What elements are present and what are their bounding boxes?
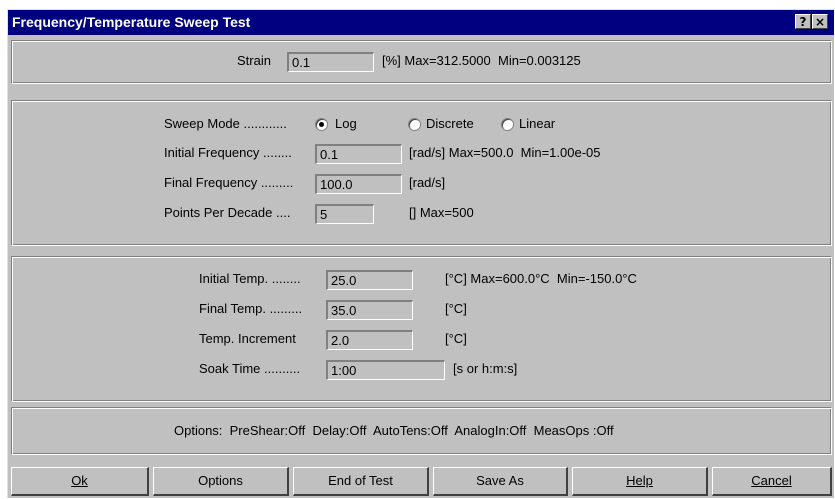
points-per-decade-input[interactable]: 5 [315,204,374,224]
cancel-button-label: Cancel [751,473,792,488]
temp-increment-unit: [°C] [445,331,467,346]
ok-button[interactable]: Ok [11,467,149,496]
initial-frequency-range: [rad/s] Max=500.0 Min=1.00e-05 [409,145,601,160]
soak-time-label: Soak Time .......... [199,361,301,376]
temp-increment-input[interactable]: 2.0 [326,330,413,350]
options-button-label: Options [198,473,243,488]
strain-range: [%] Max=312.5000 Min=0.003125 [382,53,581,68]
sweep-mode-linear-label[interactable]: Linear [519,116,555,132]
final-frequency-unit: [rad/s] [409,175,446,190]
final-temp-unit: [°C] [445,301,467,316]
soak-time-unit: [s or h:m:s] [453,361,518,376]
title-bar: Frequency/Temperature Sweep Test ? × [8,10,834,35]
final-frequency-input[interactable]: 100.0 [315,174,402,194]
strain-input[interactable]: 0.1 [287,52,374,72]
initial-frequency-input[interactable]: 0.1 [315,144,402,164]
close-icon[interactable]: × [812,14,828,29]
sweep-mode-discrete-label[interactable]: Discrete [426,116,474,132]
initial-temp-input[interactable]: 25.0 [326,270,413,290]
end-of-test-button-label: End of Test [328,473,393,488]
help-button[interactable]: Help [572,467,708,496]
options-status-group: Options: PreShear:Off Delay:Off AutoTens… [11,407,832,455]
options-button[interactable]: Options [153,467,289,496]
sweep-mode-log-label[interactable]: Log [335,116,357,132]
strain-label: Strain [237,53,271,68]
sweep-mode-log-radio[interactable] [315,118,328,131]
final-temp-input[interactable]: 35.0 [326,300,413,320]
save-as-button-label: Save As [476,473,524,488]
strain-group: Strain 0.1 [%] Max=312.5000 Min=0.003125 [11,40,832,84]
soak-time-input[interactable]: 1:00 [326,360,445,380]
initial-temp-range: [°C] Max=600.0°C Min=-150.0°C [445,271,637,286]
final-temp-label: Final Temp. ......... [199,301,303,316]
end-of-test-button[interactable]: End of Test [293,467,429,496]
temp-increment-label: Temp. Increment [199,331,296,346]
final-frequency-label: Final Frequency ......... [164,175,294,190]
dialog-title: Frequency/Temperature Sweep Test [12,14,251,30]
sweep-mode-linear-radio[interactable] [501,118,514,131]
points-per-decade-range: [] Max=500 [409,205,474,220]
radio-selected-dot [319,122,324,127]
initial-temp-label: Initial Temp. ........ [199,271,301,286]
help-button-label: Help [626,473,653,488]
initial-frequency-label: Initial Frequency ........ [164,145,292,160]
help-icon[interactable]: ? [795,14,811,29]
temperature-group: Initial Temp. ........ 25.0 [°C] Max=600… [11,256,832,402]
ok-button-label: Ok [71,473,88,488]
sweep-group: Sweep Mode ............ Log Discrete Lin… [11,100,832,246]
options-status-text: Options: PreShear:Off Delay:Off AutoTens… [174,423,614,438]
sweep-test-dialog: Frequency/Temperature Sweep Test ? × Str… [7,9,834,498]
sweep-mode-label: Sweep Mode ............ [164,116,287,131]
save-as-button[interactable]: Save As [433,467,568,496]
sweep-mode-discrete-radio[interactable] [408,118,421,131]
points-per-decade-label: Points Per Decade .... [164,205,291,220]
cancel-button[interactable]: Cancel [712,467,832,496]
